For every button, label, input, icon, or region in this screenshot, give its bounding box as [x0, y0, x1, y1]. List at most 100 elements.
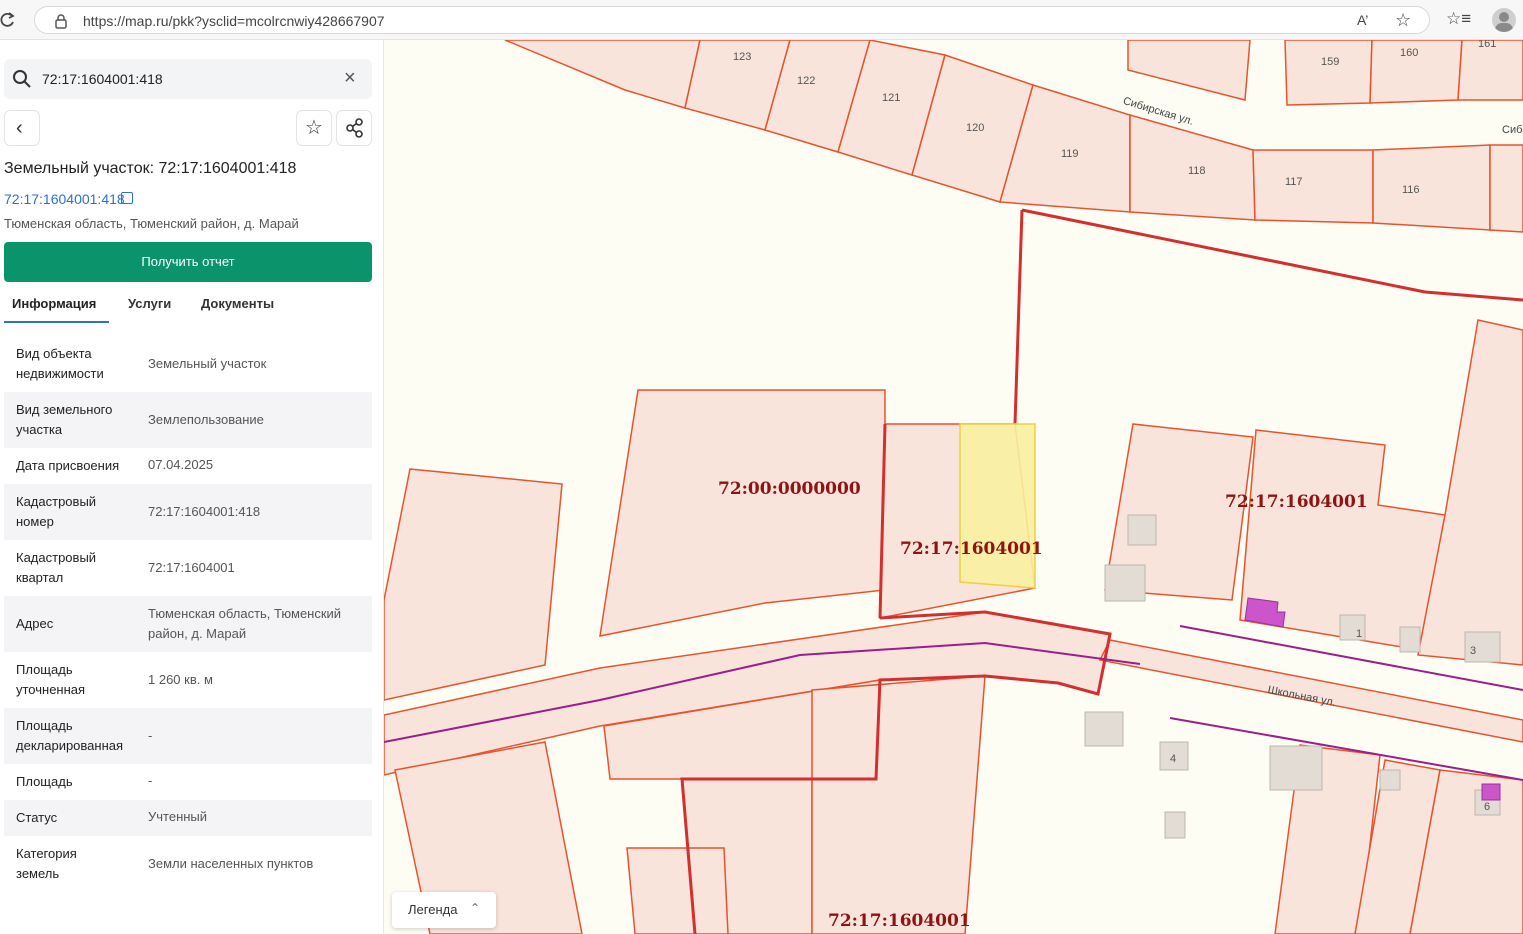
info-row: Площадь уточненная 1 260 кв. м: [4, 652, 372, 708]
tab-information[interactable]: Информация: [12, 296, 96, 311]
address-bar[interactable]: https://map.ru/pkk?ysclid=mcolrcnwiy4286…: [34, 6, 1430, 34]
info-label: Категория земель: [16, 846, 77, 881]
info-value: 72:17:1604001:418: [148, 504, 261, 519]
lot-number: 119: [1061, 148, 1079, 160]
favorite-button[interactable]: ☆: [296, 110, 332, 146]
building: [1164, 811, 1186, 839]
info-value: 07.04.2025: [148, 457, 214, 472]
info-value: -: [148, 728, 153, 743]
info-label: Дата присвоения: [16, 458, 120, 473]
building: [1269, 745, 1323, 791]
lock-icon: [55, 14, 67, 29]
favorites-icon[interactable]: ☆≡: [1446, 9, 1471, 29]
quarter-boundary: [1013, 209, 1024, 425]
info-value: Учтенный: [148, 809, 208, 824]
lot-number: 3: [1470, 645, 1477, 657]
parcel: [1417, 319, 1523, 666]
info-label: Площадь: [16, 774, 73, 789]
quarter-label: 72:17:1604001: [828, 911, 971, 931]
parcel: [1489, 144, 1523, 233]
back-button[interactable]: ‹: [4, 110, 40, 146]
tab-documents[interactable]: Документы: [201, 296, 274, 311]
quarter-label: 72:17:1604001: [1225, 492, 1368, 512]
building: [1127, 514, 1157, 546]
lot-number: 159: [1321, 56, 1340, 68]
profile-avatar-icon[interactable]: [1492, 8, 1516, 32]
active-tab-indicator: [4, 321, 109, 323]
info-label: Кадастровый квартал: [16, 550, 97, 585]
info-row: Категория земель Земли населенных пункто…: [4, 836, 372, 892]
parcel: [1127, 40, 1251, 101]
parcel: [384, 468, 563, 701]
chevron-left-icon: ‹: [16, 117, 23, 139]
info-label: Статус: [16, 810, 58, 825]
info-row: Площадь -: [4, 764, 372, 800]
info-value: Землепользование: [148, 412, 264, 427]
building-highlight: [1481, 783, 1501, 801]
info-value: 1 260 кв. м: [148, 672, 213, 687]
info-label: Площадь уточненная: [16, 662, 86, 697]
browser-toolbar: https://map.ru/pkk?ysclid=mcolrcnwiy4286…: [0, 0, 1523, 40]
info-label: Кадастровый номер: [16, 494, 97, 529]
tabs: Информация Услуги Документы: [4, 288, 372, 324]
parcel: [1284, 40, 1373, 106]
parcel: [626, 847, 729, 934]
info-sidebar: × ‹ ☆ Земельный участок: 72:17:1604001:4…: [0, 40, 384, 934]
chevron-up-icon: ⌃: [470, 901, 481, 915]
lot-number: 1: [1356, 628, 1363, 640]
info-table: Вид объекта недвижимости Земельный участ…: [4, 336, 372, 892]
parcel: [504, 40, 701, 109]
clear-search-icon[interactable]: ×: [344, 67, 356, 89]
info-row: Кадастровый номер 72:17:1604001:418: [4, 484, 372, 540]
building: [1104, 564, 1146, 602]
search-input[interactable]: [42, 69, 332, 89]
info-row: Адрес Тюменская область, Тюменский район…: [4, 596, 372, 652]
info-row: Площадь декларированная -: [4, 708, 372, 764]
parcel: [1252, 149, 1374, 224]
star-icon: ☆: [305, 117, 323, 139]
copy-icon[interactable]: [121, 192, 133, 204]
quarter-label: 72:00:0000000: [718, 479, 861, 499]
selected-parcel: [959, 423, 1036, 589]
lot-number: 6: [1484, 801, 1491, 813]
get-report-button[interactable]: Получить отчет: [4, 242, 372, 282]
cadastral-number-link[interactable]: 72:17:1604001:418: [4, 191, 125, 207]
search-icon: [13, 70, 31, 88]
object-address: Тюменская область, Тюменский район, д. М…: [4, 216, 299, 231]
object-title: Земельный участок: 72:17:1604001:418: [4, 160, 297, 177]
read-aloud-icon[interactable]: A’: [1357, 12, 1368, 28]
quarter-label: 72:17:1604001: [900, 539, 1043, 559]
lot-number: 121: [882, 92, 901, 104]
tab-services[interactable]: Услуги: [128, 296, 171, 311]
lot-number: 123: [733, 51, 752, 63]
info-label: Вид земельного участка: [16, 402, 113, 437]
lot-number: 161: [1478, 40, 1497, 50]
url-text[interactable]: https://map.ru/pkk?ysclid=mcolrcnwiy4286…: [83, 13, 385, 29]
info-row: Кадастровый квартал 72:17:1604001: [4, 540, 372, 596]
lot-number: 118: [1188, 165, 1206, 177]
parcel: [1372, 144, 1491, 231]
info-row: Вид земельного участка Землепользование: [4, 392, 372, 448]
parcel: [599, 389, 886, 637]
info-row: Вид объекта недвижимости Земельный участ…: [4, 336, 372, 392]
share-icon: [346, 118, 363, 138]
info-value: -: [148, 773, 153, 788]
info-row: Статус Учтенный: [4, 800, 372, 836]
share-button[interactable]: [336, 110, 372, 146]
legend-label: Легенда: [408, 902, 458, 917]
lot-number: 160: [1400, 47, 1419, 59]
lot-number: 120: [966, 122, 985, 134]
bookmark-star-icon[interactable]: ☆: [1395, 10, 1411, 31]
search-box[interactable]: ×: [4, 59, 372, 99]
building: [1399, 626, 1421, 653]
info-label: Площадь декларированная: [16, 718, 124, 753]
info-label: Адрес: [16, 616, 54, 631]
lot-number: 122: [797, 75, 816, 87]
building: [1379, 769, 1401, 791]
legend-button[interactable]: Легенда ⌃: [392, 892, 496, 928]
parcel: [811, 675, 986, 934]
reload-icon[interactable]: [0, 10, 16, 30]
info-value: 72:17:1604001: [148, 560, 235, 575]
map-canvas: [384, 40, 1523, 934]
cadastral-map[interactable]: 72:00:0000000 72:17:1604001 72:17:160400…: [384, 40, 1523, 934]
